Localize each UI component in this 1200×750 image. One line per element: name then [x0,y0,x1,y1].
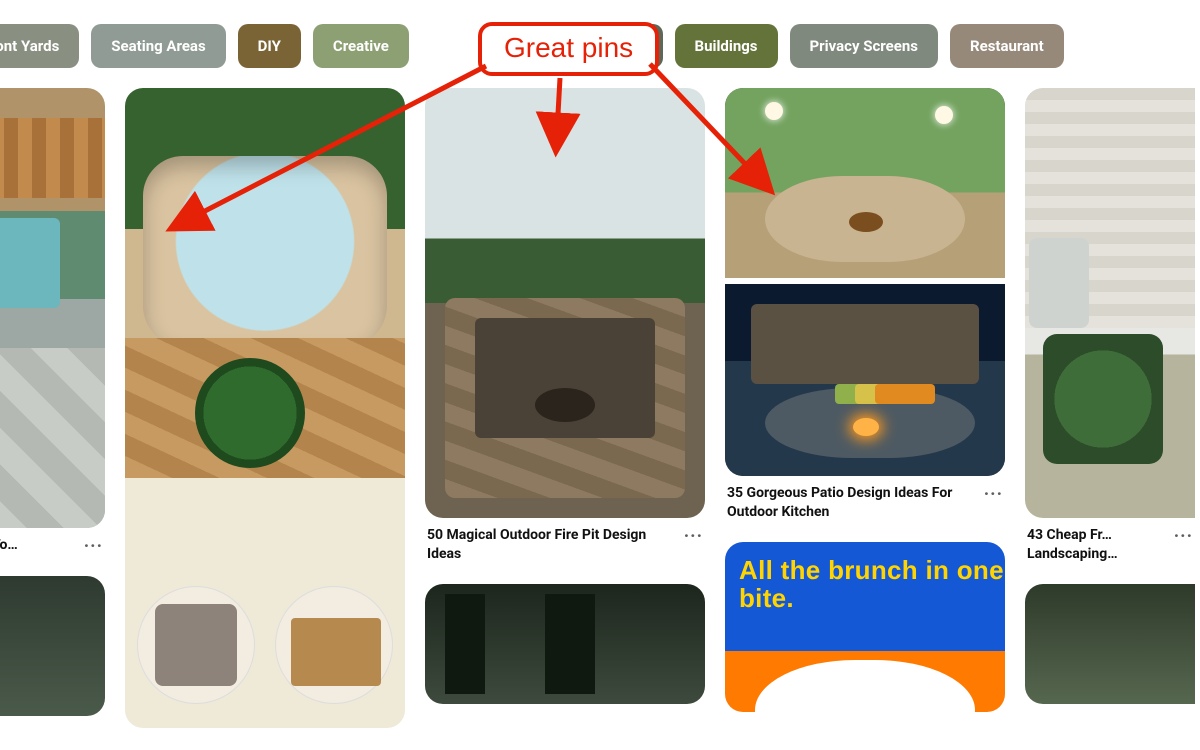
pin-board: To… ··· [0,88,1200,728]
pill-diy[interactable]: DIY [238,24,301,68]
pin-card[interactable] [0,576,105,716]
pill-seating-areas[interactable]: Seating Areas [91,24,225,68]
pill-privacy-screens[interactable]: Privacy Screens [790,24,938,68]
pill-creative[interactable]: Creative [313,24,409,68]
pin-card[interactable] [425,584,705,704]
pill-restaurant[interactable]: Restaurant [950,24,1064,68]
column-3: 35 Gorgeous Patio Design Ideas For Outdo… [725,88,1005,712]
more-icon[interactable]: ··· [984,484,1003,504]
column-0: To… ··· [0,88,105,716]
pill-front-yards[interactable]: ront Yards [0,24,79,68]
more-icon[interactable]: ··· [84,536,103,556]
pin-card[interactable]: 43 Cheap Fr… Landscaping… ··· [1025,88,1195,564]
pin-title: 35 Gorgeous Patio Design Ideas For Outdo… [727,484,978,522]
pill-with-pool[interactable]: ith Pool [571,24,663,68]
pin-title: To… [0,536,78,555]
pin-card[interactable] [1025,584,1195,704]
ad-headline: All the brunch in one bite. [739,556,1005,613]
pin-title: 50 Magical Outdoor Fire Pit Design Ideas [427,526,678,564]
category-pill-bar: ront Yards Seating Areas DIY Creative it… [0,0,1200,88]
promoted-pin[interactable]: All the brunch in one bite. [725,542,1005,712]
column-2: 50 Magical Outdoor Fire Pit Design Ideas… [425,88,705,704]
pin-card[interactable]: 50 Magical Outdoor Fire Pit Design Ideas… [425,88,705,564]
pin-title: 43 Cheap Fr… Landscaping… [1027,526,1168,564]
pin-card[interactable]: 35 Gorgeous Patio Design Ideas For Outdo… [725,88,1005,522]
column-1 [125,88,405,728]
more-icon[interactable]: ··· [684,526,703,546]
more-icon[interactable]: ··· [1174,526,1193,546]
pin-card[interactable]: To… ··· [0,88,105,556]
pill-buildings[interactable]: Buildings [675,24,778,68]
column-4: 43 Cheap Fr… Landscaping… ··· [1025,88,1195,704]
pin-card[interactable] [125,88,405,728]
